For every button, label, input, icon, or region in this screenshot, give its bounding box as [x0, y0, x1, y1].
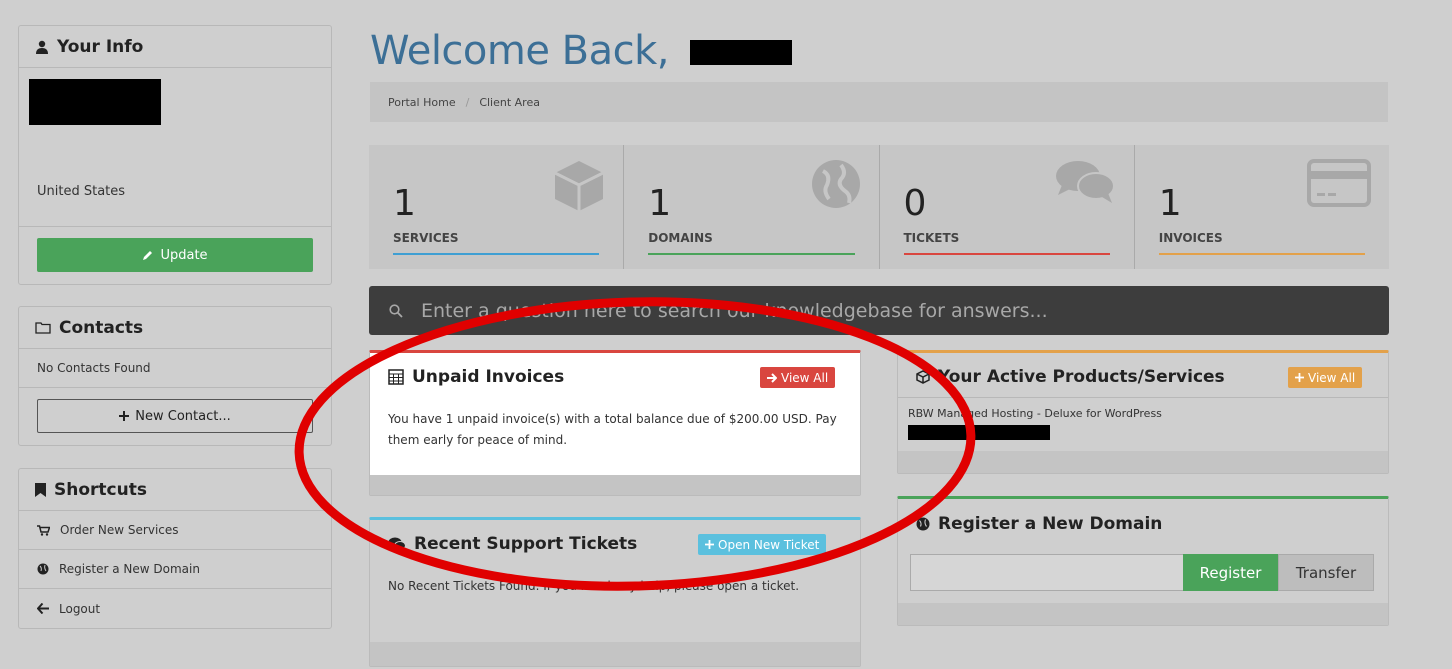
- view-all-label: View All: [1308, 370, 1356, 385]
- plus-icon: [119, 411, 130, 421]
- unpaid-invoices-header: Unpaid Invoices: [388, 367, 564, 387]
- view-all-label: View All: [781, 370, 829, 385]
- cart-icon: [37, 524, 50, 536]
- active-products-card: Your Active Products/Services View All R…: [897, 350, 1389, 474]
- redacted-product-domain: [908, 425, 1050, 440]
- user-icon: [36, 40, 48, 54]
- globe-icon: [811, 160, 860, 208]
- breadcrumb-current: Client Area: [479, 95, 540, 109]
- stats-bar: 1 SERVICES 1 DOMAINS 0 TICKETS 1 INVOICE…: [369, 145, 1389, 269]
- card-footer: [898, 603, 1388, 625]
- plus-icon: [1295, 373, 1304, 382]
- cube-icon: [554, 161, 604, 211]
- register-button[interactable]: Register: [1183, 554, 1278, 591]
- register-domain-header: Register a New Domain: [916, 514, 1162, 534]
- stat-underline: [1158, 253, 1365, 255]
- stat-underline: [648, 253, 855, 255]
- transfer-button[interactable]: Transfer: [1278, 554, 1374, 591]
- stat-label: DOMAINS: [648, 231, 713, 245]
- shortcuts-header: Shortcuts: [19, 469, 331, 511]
- redacted-username: [690, 40, 792, 65]
- globe-icon: [916, 517, 930, 531]
- open-new-ticket-button[interactable]: Open New Ticket: [698, 534, 827, 555]
- register-domain-card: Register a New Domain Register Transfer: [897, 496, 1389, 626]
- stat-label: SERVICES: [393, 231, 459, 245]
- product-item[interactable]: RBW Managed Hosting - Deluxe for WordPre…: [908, 403, 1162, 424]
- unpaid-invoices-title: Unpaid Invoices: [412, 367, 565, 387]
- support-tickets-header: Recent Support Tickets: [388, 534, 637, 554]
- stat-underline: [393, 253, 600, 255]
- shortcut-register-domain[interactable]: Register a New Domain: [19, 550, 331, 589]
- register-domain-title: Register a New Domain: [938, 514, 1163, 534]
- contacts-title: Contacts: [59, 317, 144, 338]
- stat-label: INVOICES: [1158, 231, 1223, 245]
- cube-icon: [916, 370, 930, 384]
- your-info-header: Your Info: [19, 26, 331, 68]
- shortcut-label: Logout: [59, 601, 101, 616]
- search-icon: [389, 303, 403, 318]
- no-contacts-text: No Contacts Found: [37, 361, 151, 375]
- comments-icon: [388, 537, 406, 550]
- shortcut-order-services[interactable]: Order New Services: [19, 511, 331, 550]
- your-info-title: Your Info: [57, 36, 144, 57]
- stat-value: 1: [1158, 183, 1182, 224]
- stat-services[interactable]: 1 SERVICES: [369, 145, 625, 269]
- unpaid-invoices-card: Unpaid Invoices View All You have 1 unpa…: [369, 350, 861, 496]
- globe-icon: [37, 563, 49, 575]
- stat-tickets[interactable]: 0 TICKETS: [880, 145, 1135, 269]
- active-products-header: Your Active Products/Services: [916, 367, 1225, 387]
- card-footer: [370, 642, 860, 666]
- comments-icon: [1055, 161, 1115, 203]
- view-all-products-button[interactable]: View All: [1288, 367, 1363, 388]
- card-footer: [898, 451, 1388, 473]
- plus-icon: [705, 540, 714, 549]
- update-button[interactable]: Update: [37, 238, 313, 272]
- stat-value: 1: [393, 183, 416, 224]
- shortcuts-panel: Shortcuts Order New Services Register a …: [18, 468, 332, 629]
- shortcut-label: Order New Services: [60, 523, 179, 537]
- bookmark-icon: [35, 482, 46, 497]
- redacted-name: [29, 79, 161, 125]
- arrow-right-icon: [767, 372, 777, 383]
- stat-value: 0: [903, 183, 927, 224]
- stat-underline: [903, 253, 1110, 255]
- stat-invoices[interactable]: 1 INVOICES: [1135, 145, 1389, 269]
- contacts-panel: Contacts No Contacts Found New Contact..…: [18, 306, 332, 446]
- shortcut-logout[interactable]: Logout: [19, 589, 331, 628]
- domain-search-input[interactable]: [910, 554, 1183, 591]
- shortcut-label: Register a New Domain: [59, 562, 200, 576]
- card-footer: [370, 475, 860, 495]
- support-tickets-text: No Recent Tickets Found. If you need any…: [388, 579, 800, 593]
- folder-icon: [35, 322, 51, 334]
- calculator-icon: [388, 369, 404, 385]
- country-text: United States: [37, 184, 126, 199]
- contacts-header: Contacts: [19, 307, 331, 349]
- support-tickets-card: Recent Support Tickets Open New Ticket N…: [369, 517, 861, 667]
- pencil-icon: [143, 251, 153, 260]
- credit-card-icon: [1307, 159, 1371, 207]
- support-tickets-title: Recent Support Tickets: [414, 534, 638, 554]
- stat-domains[interactable]: 1 DOMAINS: [624, 145, 880, 269]
- view-all-invoices-button[interactable]: View All: [760, 367, 836, 388]
- shortcuts-title: Shortcuts: [54, 479, 147, 500]
- breadcrumb-separator: /: [465, 95, 470, 109]
- your-info-panel: Your Info United States Update: [18, 25, 332, 285]
- search-placeholder: Enter a question here to search our know…: [421, 299, 1048, 322]
- arrow-left-icon: [37, 603, 49, 614]
- open-ticket-label: Open New Ticket: [718, 537, 820, 552]
- welcome-text: Welcome Back,: [370, 28, 670, 74]
- new-contact-label: New Contact...: [135, 408, 231, 424]
- active-products-title: Your Active Products/Services: [938, 367, 1225, 387]
- new-contact-button[interactable]: New Contact...: [37, 399, 313, 433]
- knowledgebase-search[interactable]: Enter a question here to search our know…: [369, 286, 1389, 335]
- update-label: Update: [160, 247, 208, 263]
- breadcrumb: Portal Home / Client Area: [370, 82, 1388, 122]
- stat-value: 1: [648, 183, 672, 224]
- page-title: Welcome Back,: [370, 28, 670, 74]
- stat-label: TICKETS: [903, 231, 960, 245]
- breadcrumb-home[interactable]: Portal Home: [388, 96, 456, 109]
- unpaid-invoices-text: You have 1 unpaid invoice(s) with a tota…: [388, 412, 837, 447]
